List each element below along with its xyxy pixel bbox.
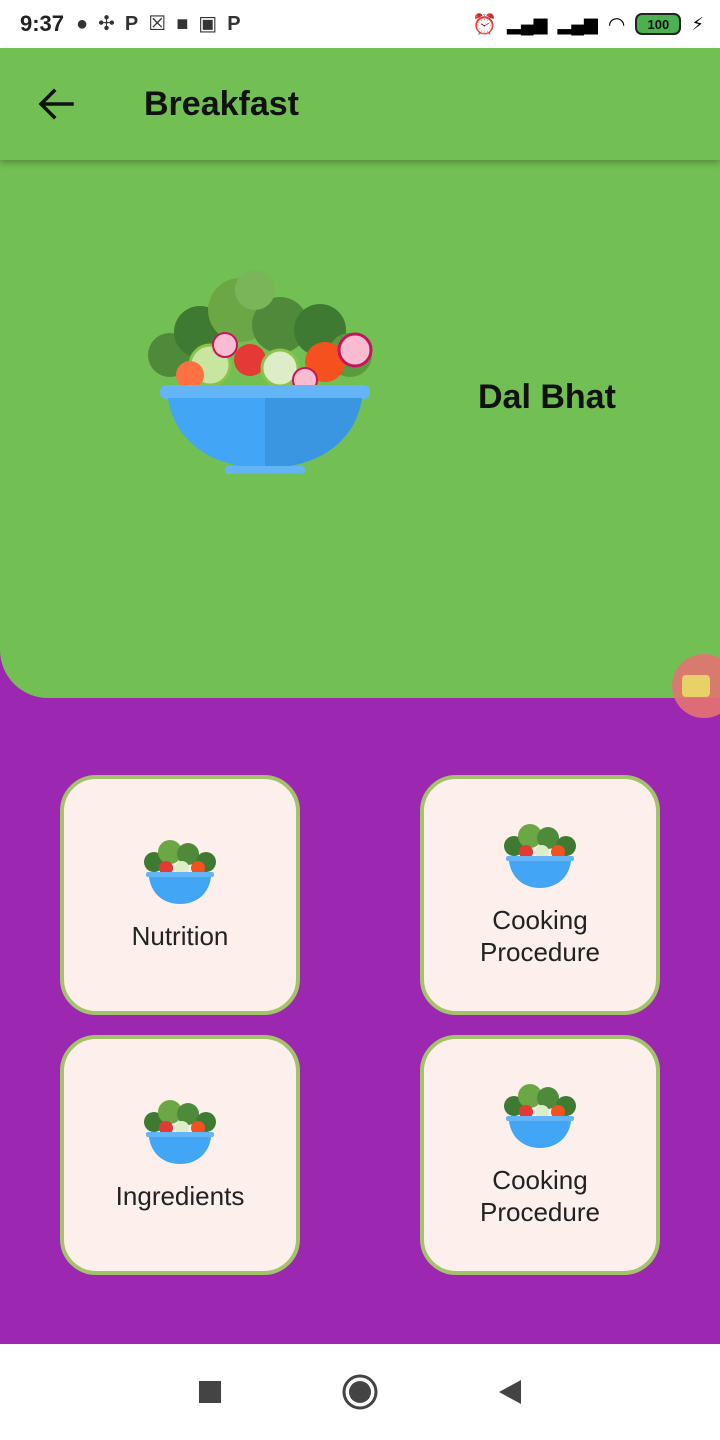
card-label: Nutrition [131, 921, 229, 951]
image-icon [682, 675, 710, 697]
signal-icon: ▂▄▆ [507, 13, 548, 34]
back-button[interactable] [24, 72, 88, 136]
system-nav-bar [0, 1344, 720, 1440]
notification-icons: ● ✣ P ☒ ■ ▣ P [76, 14, 240, 34]
card-label: Cooking Procedure [480, 1165, 600, 1227]
app-bar: Breakfast [0, 48, 720, 160]
salad-bowl-icon [144, 840, 216, 904]
card-nutrition[interactable]: Nutrition [60, 775, 300, 1015]
alarm-icon: ⏰ [472, 13, 497, 36]
system-icons: ⏰ ▂▄▆ ▂▄▆ ◠ 100 ⚡ [472, 12, 704, 37]
circle-icon [342, 1374, 378, 1410]
home-button[interactable] [285, 1344, 435, 1440]
status-bar: 9:37 ● ✣ P ☒ ■ ▣ P ⏰ ▂▄▆ ▂▄▆ ◠ 100 ⚡ [0, 0, 720, 48]
wifi-icon: ◠ [607, 13, 626, 36]
recents-button[interactable] [135, 1344, 285, 1440]
nav-back-button[interactable] [435, 1344, 585, 1440]
card-label: Cooking Procedure [480, 905, 600, 967]
card-ingredients[interactable]: Ingredients [60, 1035, 300, 1275]
reddit-icon: ● [76, 13, 89, 35]
salad-bowl-icon [148, 270, 373, 474]
salad-bowl-icon [504, 824, 576, 888]
card-label: Ingredients [115, 1181, 245, 1211]
box-app-icon: ☒ [148, 13, 167, 35]
square-icon [199, 1381, 221, 1403]
hero-panel: Dal Bhat [0, 160, 720, 698]
salad-bowl-icon [504, 1084, 576, 1148]
card-cooking-procedure[interactable]: Cooking Procedure [420, 775, 660, 1015]
p-app-icon: P [124, 13, 139, 35]
signal-icon-2: ▂▄▆ [557, 13, 598, 34]
status-time: 9:37 [20, 11, 65, 36]
p-app-icon-2: P [227, 13, 241, 35]
salad-bowl-icon [144, 1100, 216, 1164]
dish-name: Dal Bhat [478, 378, 616, 416]
video-camera-icon: ■ [176, 13, 189, 35]
triangle-back-icon [499, 1380, 521, 1404]
arrow-left-icon [38, 88, 74, 120]
charging-icon: ⚡ [691, 13, 704, 34]
battery-icon: 100 [635, 13, 682, 35]
page-title: Breakfast [144, 84, 299, 123]
pinwheel-icon: ✣ [98, 13, 115, 35]
card-cooking-procedure-2[interactable]: Cooking Procedure [420, 1035, 660, 1275]
film-icon: ▣ [198, 13, 218, 35]
